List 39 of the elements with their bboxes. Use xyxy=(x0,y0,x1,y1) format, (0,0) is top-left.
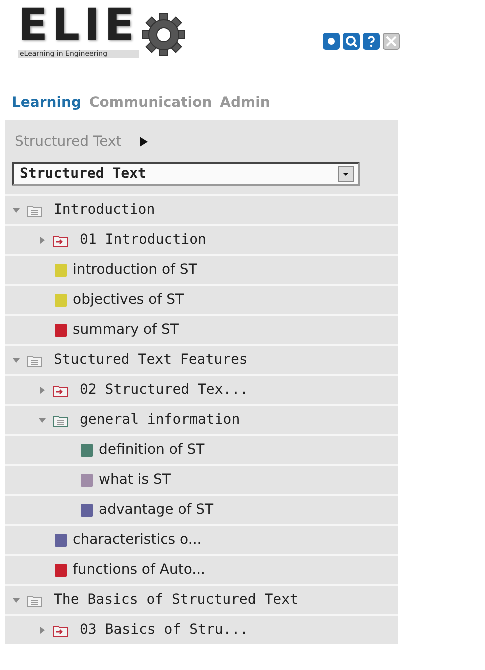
tree-item[interactable]: objectives of ST xyxy=(5,284,398,314)
tree-item[interactable]: 02 Structured Tex... xyxy=(5,374,398,404)
tree-item[interactable]: introduction of ST xyxy=(5,254,398,284)
tree-item[interactable]: characteristics o... xyxy=(5,524,398,554)
tree-item[interactable]: 01 Introduction xyxy=(5,224,398,254)
tree-item[interactable]: general information xyxy=(5,404,398,434)
tree-item[interactable]: Introduction xyxy=(5,194,398,224)
tree-item[interactable]: definition of ST xyxy=(5,434,398,464)
module-icon xyxy=(53,384,68,396)
caret-down-icon[interactable] xyxy=(39,416,46,424)
tree-item[interactable]: The Basics of Structured Text xyxy=(5,584,398,614)
caret-right-icon[interactable] xyxy=(39,236,46,244)
close-icon[interactable] xyxy=(383,33,400,50)
tree-item[interactable]: functions of Auto... xyxy=(5,554,398,584)
tree-item[interactable]: 03 Basics of Stru... xyxy=(5,614,398,644)
help-icon[interactable] xyxy=(363,33,380,50)
tree-item[interactable]: what is ST xyxy=(5,464,398,494)
folder-icon xyxy=(27,594,42,606)
tree-item[interactable]: summary of ST xyxy=(5,314,398,344)
caret-right-icon[interactable] xyxy=(39,626,46,634)
caret-down-icon[interactable] xyxy=(13,356,20,364)
caret-down-icon[interactable] xyxy=(13,596,20,604)
folder-icon xyxy=(53,414,68,426)
caret-down-icon[interactable] xyxy=(13,206,20,214)
module-icon xyxy=(53,624,68,636)
nav-tab[interactable]: Learning xyxy=(10,95,84,111)
dropdown-icon[interactable] xyxy=(338,166,354,182)
tree-item[interactable]: Stuctured Text Features xyxy=(5,344,398,374)
search-icon[interactable] xyxy=(343,33,360,50)
folder-icon xyxy=(27,204,42,216)
gear-icon xyxy=(140,12,187,58)
logo-title: ELIE xyxy=(18,2,139,50)
module-icon xyxy=(53,234,68,246)
folder-icon xyxy=(27,354,42,366)
course-dropdown[interactable]: Structured Text xyxy=(12,162,360,186)
breadcrumb: Structured Text xyxy=(15,134,122,150)
tree-item[interactable]: advantage of ST xyxy=(5,494,398,524)
caret-right-icon[interactable] xyxy=(39,386,46,394)
play-icon[interactable] xyxy=(140,137,148,147)
